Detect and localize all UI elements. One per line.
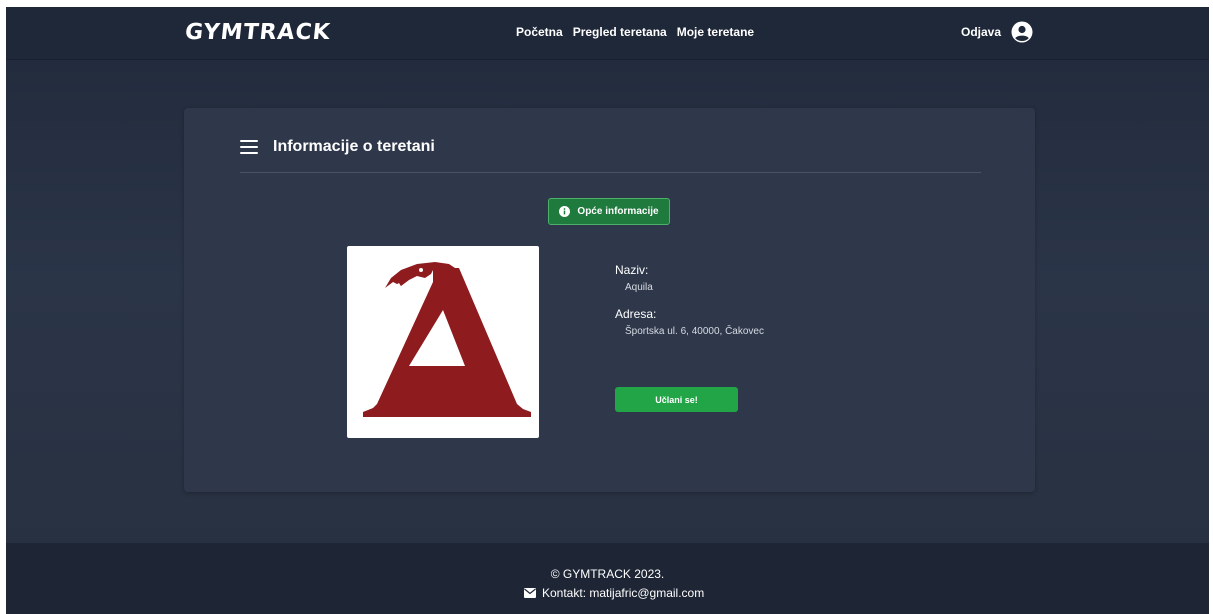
nav-link-gyms-overview[interactable]: Pregled teretana bbox=[573, 25, 667, 39]
hamburger-icon[interactable] bbox=[240, 140, 258, 154]
app-frame: GYMTRACK Početna Pregled teretana Moje t… bbox=[6, 7, 1209, 614]
gym-info-card: Informacije o teretani Opće informacije … bbox=[184, 108, 1035, 492]
card-divider bbox=[240, 172, 981, 173]
footer-contact-text[interactable]: Kontakt: matijafric@gmail.com bbox=[542, 586, 704, 600]
nav-link-my-gyms[interactable]: Moje teretane bbox=[677, 25, 754, 39]
page-footer: © GYMTRACK 2023. Kontakt: matijafric@gma… bbox=[6, 543, 1209, 614]
card-title: Informacije o teretani bbox=[273, 138, 435, 155]
name-label: Naziv: bbox=[615, 263, 649, 277]
user-circle-icon[interactable] bbox=[1011, 21, 1033, 43]
address-value: Športska ul. 6, 40000, Čakovec bbox=[625, 326, 764, 337]
footer-contact: Kontakt: matijafric@gmail.com bbox=[524, 586, 704, 600]
join-button[interactable]: Učlani se! bbox=[615, 387, 738, 412]
nav-link-home[interactable]: Početna bbox=[516, 25, 563, 39]
logout-link[interactable]: Odjava bbox=[961, 25, 1001, 39]
general-info-button-label: Opće informacije bbox=[577, 206, 659, 217]
card-header: Informacije o teretani bbox=[240, 138, 435, 156]
brand-logo[interactable]: GYMTRACK bbox=[184, 20, 332, 45]
general-info-button[interactable]: Opće informacije bbox=[548, 198, 670, 225]
gym-logo-eagle-a bbox=[363, 262, 531, 417]
footer-copyright: © GYMTRACK 2023. bbox=[550, 567, 665, 581]
name-value: Aquila bbox=[625, 282, 653, 293]
top-navbar: GYMTRACK Početna Pregled teretana Moje t… bbox=[6, 7, 1209, 60]
address-label: Adresa: bbox=[615, 307, 657, 321]
nav-links: Početna Pregled teretana Moje teretane bbox=[516, 25, 764, 39]
gym-logo-image bbox=[347, 246, 539, 438]
envelope-icon bbox=[524, 588, 536, 598]
info-circle-icon bbox=[559, 206, 571, 217]
